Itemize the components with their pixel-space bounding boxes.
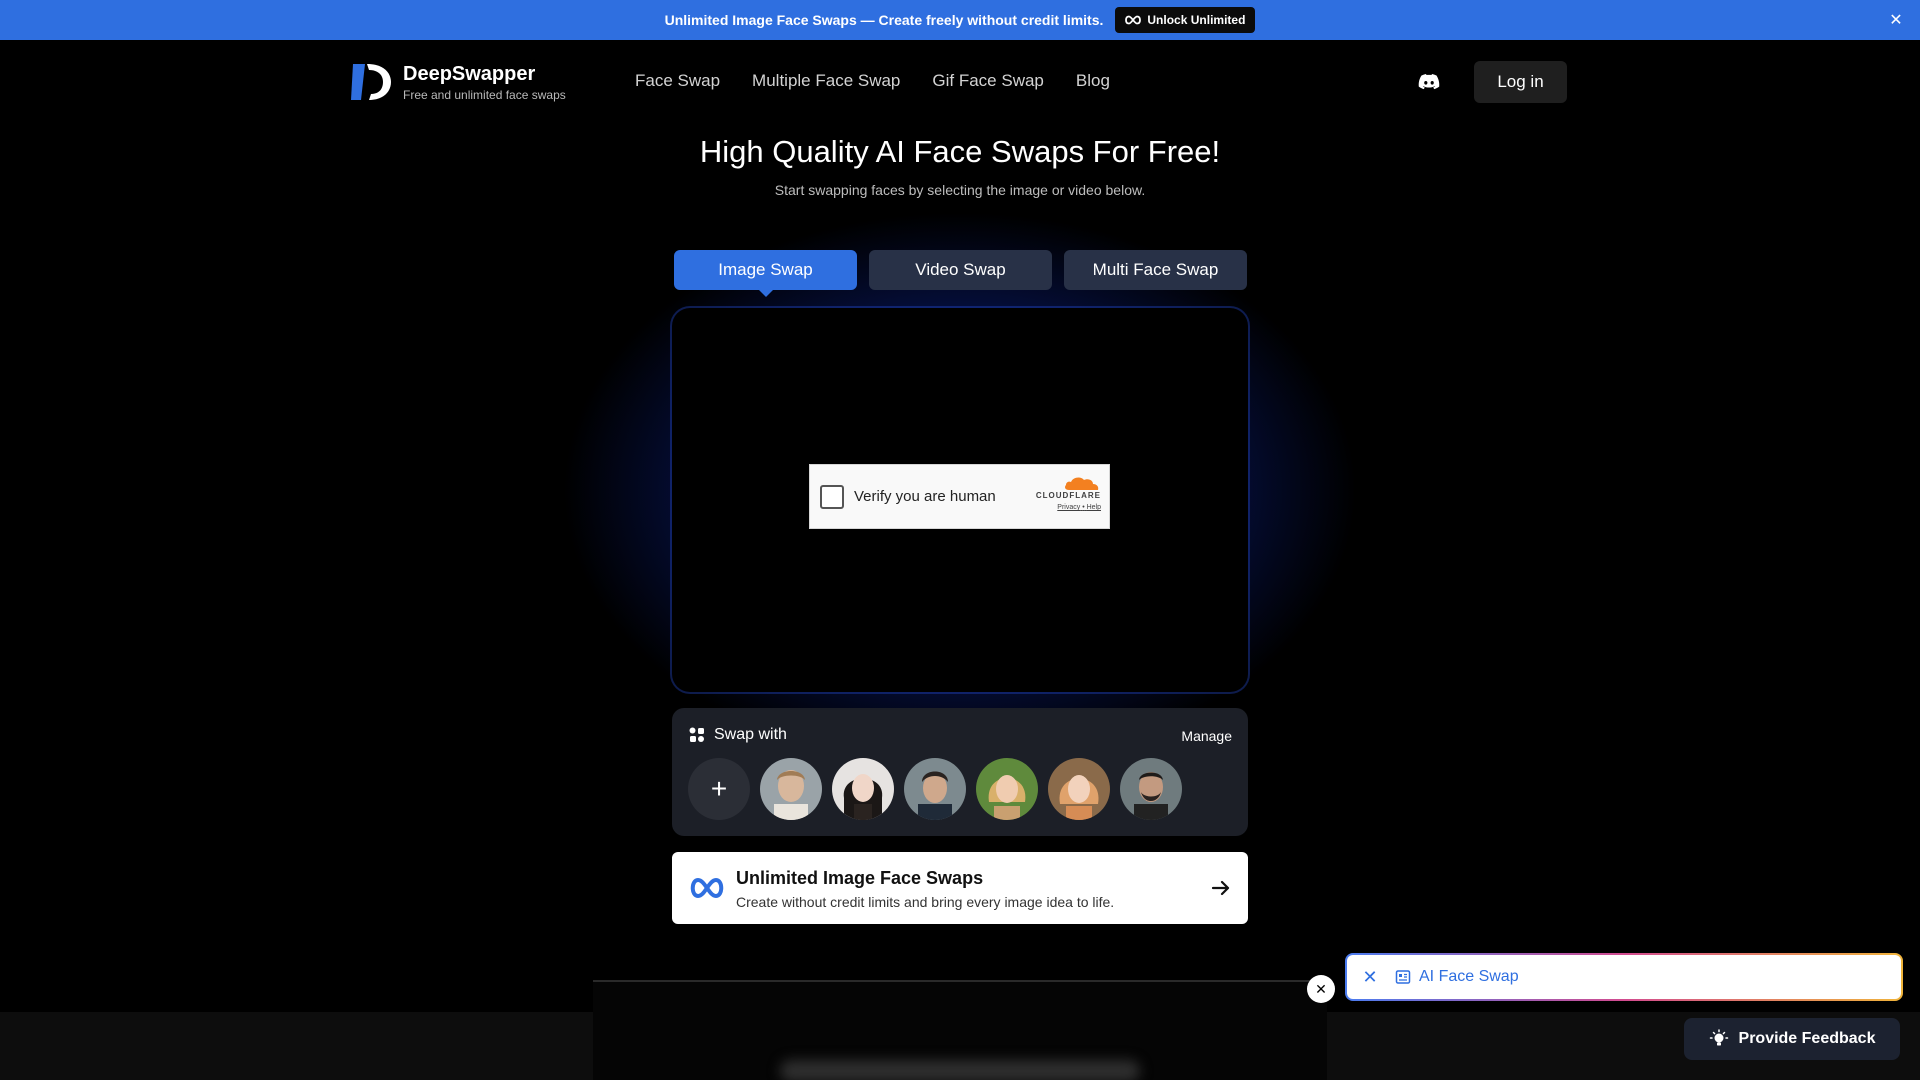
swap-with-title: Swap with (714, 726, 787, 743)
close-icon[interactable]: ✕ (1886, 10, 1906, 30)
face-avatar[interactable] (1120, 758, 1182, 820)
nav-links: Face Swap Multiple Face Swap Gif Face Sw… (635, 71, 1110, 91)
cloudflare-captcha: Verify you are human CLOUDFLARE Privacy … (809, 464, 1110, 529)
provide-feedback-button[interactable]: Provide Feedback (1684, 1018, 1900, 1060)
face-avatar[interactable] (1048, 758, 1110, 820)
captcha-label: Verify you are human (854, 488, 996, 505)
brand-tagline: Free and unlimited face swaps (403, 87, 566, 102)
unlock-unlimited-button[interactable]: Unlock Unlimited (1115, 7, 1256, 33)
cloudflare-branding: CLOUDFLARE Privacy • Help (1021, 475, 1101, 511)
lightbulb-icon (1709, 1029, 1728, 1046)
cloudflare-wordmark: CLOUDFLARE (1035, 491, 1101, 500)
face-list: + (688, 758, 1182, 820)
swap-with-panel: Swap with Manage + (672, 708, 1248, 836)
promo-text: Unlimited Image Face Swaps — Create free… (664, 12, 1104, 28)
ai-face-swap-widget[interactable]: ✕ AI Face Swap (1345, 953, 1903, 1001)
unlimited-subtitle: Create without credit limits and bring e… (736, 894, 1115, 910)
link-separator: • (1082, 504, 1085, 511)
face-avatar[interactable] (832, 758, 894, 820)
brand-name: DeepSwapper (403, 62, 536, 85)
help-link[interactable]: Help (1087, 504, 1101, 511)
nav-link-multiple-face-swap[interactable]: Multiple Face Swap (752, 71, 900, 91)
face-avatar[interactable] (760, 758, 822, 820)
infinity-icon (690, 877, 724, 899)
logo-icon (351, 64, 391, 100)
tab-image-swap[interactable]: Image Swap (674, 250, 857, 297)
tab-video-swap[interactable]: Video Swap (869, 250, 1052, 290)
top-nav: DeepSwapper Free and unlimited face swap… (0, 40, 1920, 124)
ai-face-swap-label: AI Face Swap (1419, 968, 1519, 985)
manage-button[interactable]: Manage (1181, 728, 1232, 744)
arrow-right-icon (1211, 880, 1230, 896)
close-icon[interactable]: ✕ (1361, 967, 1379, 988)
login-button[interactable]: Log in (1474, 61, 1567, 103)
provide-feedback-label: Provide Feedback (1738, 1030, 1876, 1047)
face-avatar[interactable] (976, 758, 1038, 820)
discord-icon[interactable] (1417, 70, 1441, 94)
tab-multi-face-swap[interactable]: Multi Face Swap (1064, 250, 1247, 290)
privacy-link[interactable]: Privacy (1057, 504, 1080, 511)
infinity-icon (1125, 15, 1142, 25)
unlimited-title: Unlimited Image Face Swaps (736, 868, 984, 888)
nav-link-blog[interactable]: Blog (1076, 71, 1110, 91)
divider (593, 980, 1327, 982)
swap-with-header: Swap with (688, 726, 787, 744)
nav-link-face-swap[interactable]: Face Swap (635, 71, 720, 91)
widget-close-icon[interactable]: ✕ (1307, 975, 1335, 1003)
page-title: High Quality AI Face Swaps For Free! (699, 134, 1221, 169)
page-subtitle: Start swapping faces by selecting the im… (774, 182, 1146, 198)
captcha-checkbox[interactable] (820, 484, 844, 509)
nav-link-gif-face-swap[interactable]: Gif Face Swap (932, 71, 1044, 91)
logo[interactable]: DeepSwapper Free and unlimited face swap… (351, 62, 566, 102)
blurred-content (780, 1060, 1140, 1080)
promo-banner: Unlimited Image Face Swaps — Create free… (0, 0, 1920, 40)
add-face-button[interactable]: + (688, 758, 750, 820)
face-avatar[interactable] (904, 758, 966, 820)
unlimited-card[interactable]: Unlimited Image Face Swaps Create withou… (672, 852, 1248, 924)
document-icon (1395, 970, 1411, 984)
unlock-unlimited-label: Unlock Unlimited (1147, 13, 1246, 27)
cloudflare-logo-icon (1065, 477, 1099, 490)
swap-mode-tabs: Image Swap Video Swap Multi Face Swap (674, 250, 1247, 297)
faces-grid-icon (689, 727, 704, 742)
